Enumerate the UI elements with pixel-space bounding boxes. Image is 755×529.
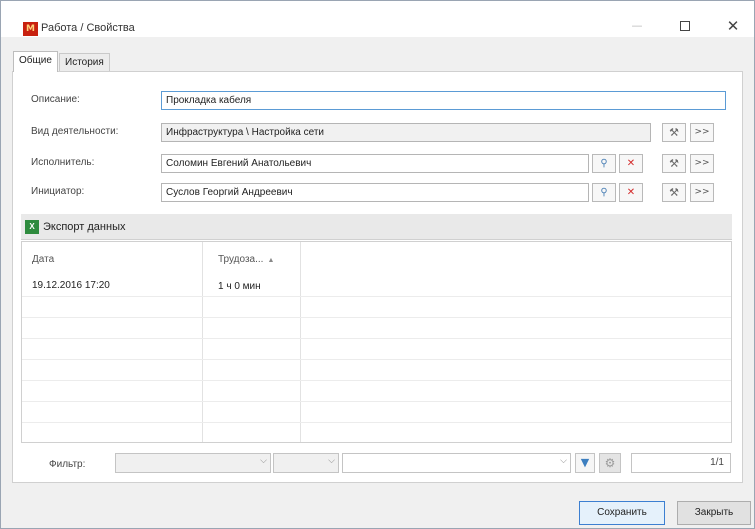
dropdown-arrow-icon: ⌵ — [560, 456, 567, 466]
apply-filter-button[interactable]: ▼ — [575, 453, 595, 473]
column-header-effort-label: Трудоза... — [218, 254, 264, 265]
properties-window: М Работа / Свойства — ✕ Общие История Оп… — [0, 0, 755, 529]
maximize-button[interactable] — [665, 15, 705, 37]
row-divider — [22, 296, 731, 297]
work-log-grid: Дата Трудоза... ▲ 19.12.2016 17:20 1 ч 0 … — [21, 241, 732, 443]
activity-field[interactable]: Инфраструктура \ Настройка сети — [161, 123, 651, 142]
cell-date: 19.12.2016 17:20 — [32, 280, 110, 291]
column-divider — [202, 242, 203, 442]
hammer-icon: ⚒ — [669, 157, 679, 170]
export-data-label: Экспорт данных — [43, 221, 126, 233]
maximize-icon — [680, 21, 690, 31]
filter-operator-select[interactable]: ⌵ — [273, 453, 339, 473]
search-icon: ⚲ — [600, 158, 608, 169]
executor-clear-button[interactable]: ✕ — [619, 154, 643, 173]
close-icon: ✕ — [726, 17, 740, 35]
row-divider — [22, 422, 731, 423]
clear-icon: ✕ — [626, 187, 636, 198]
executor-hammer-button[interactable]: ⚒ — [662, 154, 686, 173]
close-button[interactable]: Закрыть — [677, 501, 751, 525]
funnel-icon: ▼ — [580, 456, 590, 469]
page-counter: 1/1 — [631, 453, 731, 473]
tab-general[interactable]: Общие — [13, 51, 58, 72]
dropdown-arrow-icon: ⌵ — [260, 456, 267, 466]
filter-label: Фильтр: — [49, 459, 86, 470]
excel-icon: X — [25, 220, 39, 234]
column-header-date-label: Дата — [32, 254, 55, 265]
executor-label: Исполнитель: — [31, 157, 95, 168]
app-logo-icon: М — [23, 22, 38, 36]
executor-field[interactable]: Соломин Евгений Анатольевич — [161, 154, 589, 173]
dropdown-arrow-icon: ⌵ — [328, 456, 335, 466]
initiator-clear-button[interactable]: ✕ — [619, 183, 643, 202]
close-window-button[interactable]: ✕ — [713, 15, 753, 37]
minimize-button[interactable]: — — [617, 15, 657, 37]
row-divider — [22, 317, 731, 318]
row-divider — [22, 401, 731, 402]
window-title: Работа / Свойства — [41, 22, 135, 34]
hammer-icon: ⚒ — [669, 186, 679, 199]
row-divider — [22, 338, 731, 339]
save-button[interactable]: Сохранить — [579, 501, 665, 525]
minimize-icon: — — [631, 19, 643, 32]
initiator-search-button[interactable]: ⚲ — [592, 183, 616, 202]
grid-header: Дата Трудоза... ▲ — [22, 242, 731, 270]
row-divider — [22, 359, 731, 360]
title-bar: М Работа / Свойства — ✕ — [1, 1, 754, 37]
activity-more-button[interactable]: >> — [690, 123, 714, 142]
executor-search-button[interactable]: ⚲ — [592, 154, 616, 173]
tab-history[interactable]: История — [59, 53, 110, 71]
export-data-button[interactable]: X Экспорт данных — [23, 217, 125, 237]
initiator-more-button[interactable]: >> — [690, 183, 714, 202]
activity-hammer-button[interactable]: ⚒ — [662, 123, 686, 142]
executor-more-button[interactable]: >> — [690, 154, 714, 173]
filter-settings-button[interactable]: ⚙ — [599, 453, 621, 473]
initiator-hammer-button[interactable]: ⚒ — [662, 183, 686, 202]
column-header-date[interactable]: Дата — [32, 254, 54, 265]
gear-icon: ⚙ — [604, 456, 616, 470]
hammer-icon: ⚒ — [669, 126, 679, 139]
cell-effort: 1 ч 0 мин — [218, 281, 261, 292]
column-divider — [300, 242, 301, 442]
initiator-label: Инициатор: — [31, 186, 85, 197]
column-header-effort[interactable]: Трудоза... ▲ — [218, 254, 274, 265]
clear-icon: ✕ — [626, 158, 636, 169]
initiator-field[interactable]: Суслов Георгий Андреевич — [161, 183, 589, 202]
search-icon: ⚲ — [600, 187, 608, 198]
description-label: Описание: — [31, 94, 80, 105]
sort-ascending-icon: ▲ — [267, 257, 275, 264]
row-divider — [22, 380, 731, 381]
filter-field-select[interactable]: ⌵ — [115, 453, 271, 473]
activity-label: Вид деятельности: — [31, 126, 119, 137]
export-toolbar: X Экспорт данных — [21, 214, 732, 240]
filter-value-select[interactable]: ⌵ — [342, 453, 571, 473]
description-field[interactable]: Прокладка кабеля — [161, 91, 726, 110]
